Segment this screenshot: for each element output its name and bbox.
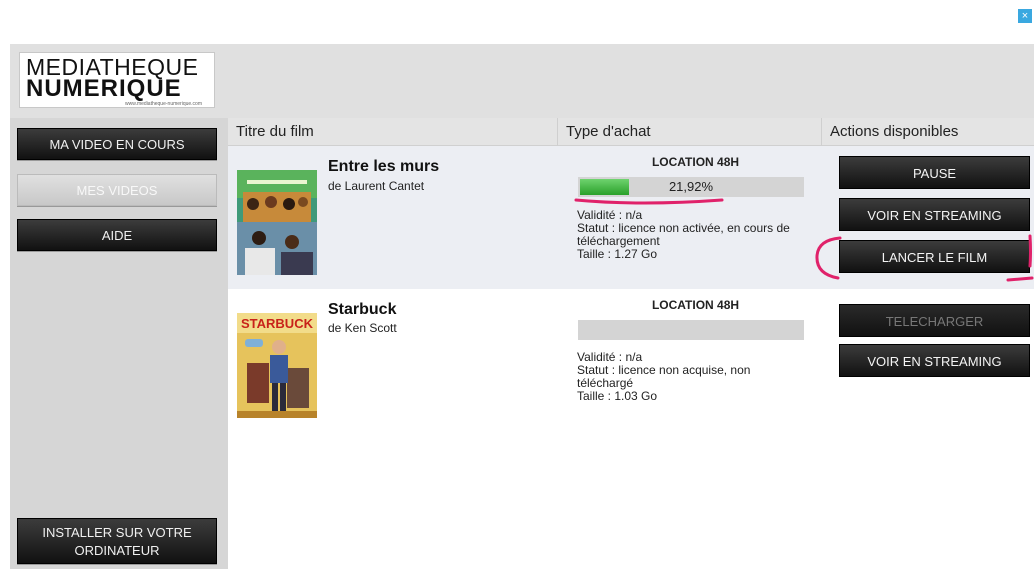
poster-starbuck[interactable]: STARBUCK bbox=[237, 313, 317, 418]
film-size: Taille : 1.03 Go bbox=[577, 389, 658, 403]
film-director: de Laurent Cantet bbox=[328, 179, 425, 193]
stream-button[interactable]: VOIR EN STREAMING bbox=[839, 198, 1030, 231]
sidebar: MA VIDEO EN COURS MES VIDEOS AIDE INSTAL… bbox=[10, 118, 228, 569]
film-table: Titre du film Type d'achat Actions dispo… bbox=[228, 118, 1034, 569]
table-header: Titre du film Type d'achat Actions dispo… bbox=[228, 118, 1034, 146]
header-title: Titre du film bbox=[236, 123, 314, 140]
film-size: Taille : 1.27 Go bbox=[577, 247, 658, 261]
purchase-type: LOCATION 48H bbox=[651, 155, 740, 169]
film-status: Statut : licence non activée, en cours d… bbox=[577, 221, 790, 248]
sidebar-item-aide[interactable]: AIDE bbox=[17, 219, 217, 251]
logo-line2: NUMERIQUE bbox=[26, 75, 182, 102]
download-progress-bar: 21,92% bbox=[578, 177, 804, 197]
close-icon[interactable]: × bbox=[1018, 9, 1032, 23]
table-row: Entre les murs de Laurent Cantet LOCATIO… bbox=[228, 146, 1034, 289]
film-info: Validité : n/a Statut : licence non acti… bbox=[577, 209, 797, 261]
header: MEDIATHEQUE NUMERIQUE www.mediatheque-nu… bbox=[10, 44, 1034, 118]
header-actions: Actions disponibles bbox=[821, 118, 1034, 146]
download-progress-label: 21,92% bbox=[668, 179, 714, 194]
download-button[interactable]: TELECHARGER bbox=[839, 304, 1030, 337]
film-title: Starbuck bbox=[328, 301, 397, 318]
poster-entre-les-murs[interactable] bbox=[237, 170, 317, 275]
media-app: MEDIATHEQUE NUMERIQUE www.mediatheque-nu… bbox=[10, 44, 1034, 569]
film-info: Validité : n/a Statut : licence non acqu… bbox=[577, 351, 797, 403]
download-progress-bar bbox=[578, 320, 804, 340]
svg-text:STARBUCK: STARBUCK bbox=[241, 316, 314, 331]
launch-film-button[interactable]: LANCER LE FILM bbox=[839, 240, 1030, 273]
film-director: de Ken Scott bbox=[328, 321, 397, 335]
stream-button[interactable]: VOIR EN STREAMING bbox=[839, 344, 1030, 377]
install-button[interactable]: INSTALLER SUR VOTRE ORDINATEUR bbox=[17, 518, 217, 564]
logo: MEDIATHEQUE NUMERIQUE www.mediatheque-nu… bbox=[19, 52, 215, 108]
sidebar-item-ma-video-en-cours[interactable]: MA VIDEO EN COURS bbox=[17, 128, 217, 160]
purchase-type: LOCATION 48H bbox=[651, 298, 740, 312]
sidebar-item-mes-videos[interactable]: MES VIDEOS bbox=[17, 174, 217, 206]
page: × MEDIATHEQUE NUMERIQUE www.mediatheque-… bbox=[0, 0, 1034, 569]
pause-button[interactable]: PAUSE bbox=[839, 156, 1030, 189]
film-status: Statut : licence non acquise, non téléch… bbox=[577, 363, 751, 390]
table-row: STARBUCK Starbuck de Ken Scott LOCATION … bbox=[228, 289, 1034, 441]
header-purchase-type: Type d'achat bbox=[557, 118, 821, 146]
film-title: Entre les murs bbox=[328, 158, 440, 175]
